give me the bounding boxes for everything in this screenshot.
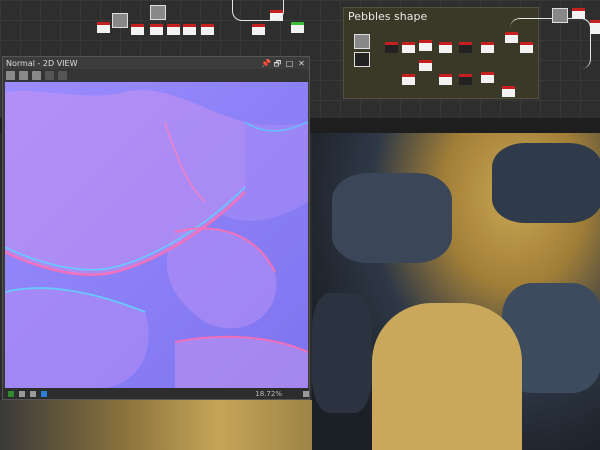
graph-node[interactable] (402, 42, 415, 53)
2d-view-statusbar: 18.72% (3, 388, 309, 399)
maximize-icon[interactable]: □ (285, 59, 294, 68)
graph-node-thumbnail[interactable] (354, 52, 370, 67)
save-as-icon[interactable] (32, 71, 41, 80)
terrain-rock (312, 293, 372, 413)
2d-view-toolbar (3, 69, 309, 82)
undo-icon[interactable] (45, 71, 54, 80)
settings-icon[interactable] (6, 71, 15, 80)
graph-node[interactable] (167, 24, 180, 35)
2d-view-window[interactable]: Normal - 2D VIEW 📌 🗗 □ ✕ 18.72% (2, 56, 310, 400)
graph-node[interactable] (419, 40, 432, 51)
graph-node[interactable] (131, 24, 144, 35)
frame-title: Pebbles shape (348, 10, 428, 23)
pin-icon[interactable]: 📌 (261, 59, 271, 68)
histogram-icon[interactable] (19, 390, 25, 397)
graph-node[interactable] (590, 20, 600, 34)
graph-node-thumbnail[interactable] (354, 34, 370, 49)
graph-node[interactable] (572, 8, 585, 19)
graph-node[interactable] (183, 24, 196, 35)
graph-wire (232, 0, 284, 21)
terrain-rock (492, 143, 600, 223)
restore-icon[interactable]: 🗗 (273, 59, 282, 68)
graph-node-thumbnail[interactable] (112, 13, 128, 28)
graph-node[interactable] (459, 42, 472, 53)
graph-node[interactable] (97, 22, 110, 33)
graph-node[interactable] (459, 74, 472, 85)
channel-icon[interactable] (8, 390, 14, 397)
color-mode-icon[interactable] (41, 390, 47, 397)
info-icon[interactable] (30, 390, 36, 397)
graph-node[interactable] (150, 24, 163, 35)
graph-node[interactable] (252, 24, 265, 35)
terrain-sand (372, 303, 522, 450)
graph-node[interactable] (481, 42, 494, 53)
save-icon[interactable] (19, 71, 28, 80)
graph-node[interactable] (439, 42, 452, 53)
normal-map-preview[interactable] (5, 82, 308, 388)
graph-node[interactable] (402, 74, 415, 85)
normal-map-image (5, 82, 308, 388)
graph-node[interactable] (419, 60, 432, 71)
graph-node-thumbnail[interactable] (150, 5, 166, 20)
graph-output-node[interactable] (291, 22, 304, 33)
graph-node[interactable] (481, 72, 494, 83)
graph-node-thumbnail[interactable] (552, 8, 568, 23)
2d-view-title: Normal - 2D VIEW (6, 58, 78, 68)
fit-icon[interactable] (303, 390, 309, 397)
terrain-rock (332, 173, 452, 263)
zoom-level[interactable]: 18.72% (255, 390, 282, 398)
graph-wire (510, 18, 591, 69)
graph-node[interactable] (502, 86, 515, 97)
2d-view-titlebar[interactable]: Normal - 2D VIEW 📌 🗗 □ ✕ (3, 57, 309, 69)
close-icon[interactable]: ✕ (297, 59, 306, 68)
3d-viewport-ground (0, 400, 312, 450)
graph-node[interactable] (439, 74, 452, 85)
graph-node[interactable] (201, 24, 214, 35)
3d-viewport[interactable] (312, 133, 600, 450)
graph-node[interactable] (385, 42, 398, 53)
redo-icon[interactable] (58, 71, 67, 80)
